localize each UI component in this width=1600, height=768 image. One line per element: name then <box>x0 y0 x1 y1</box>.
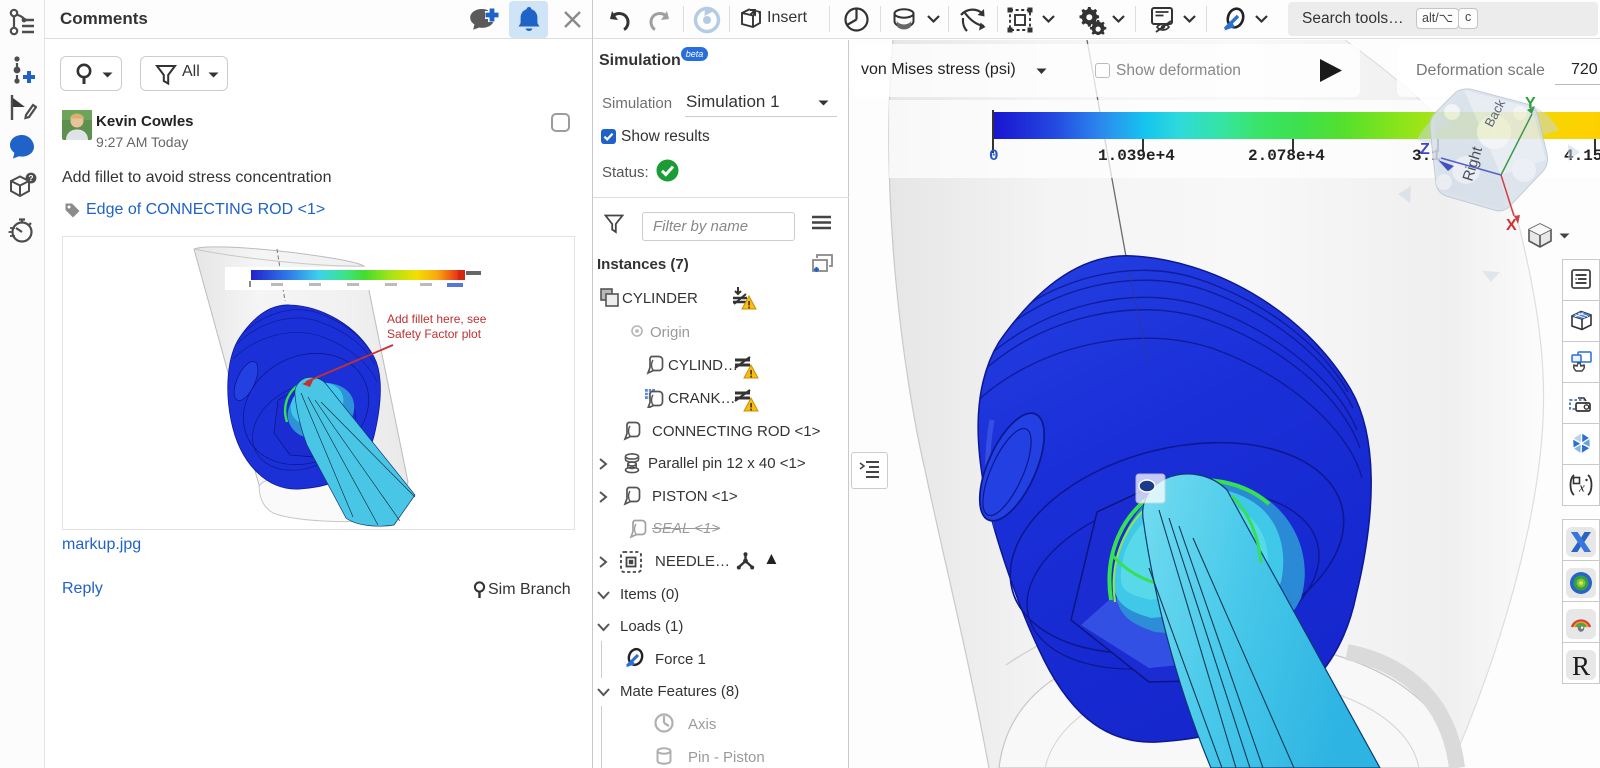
svg-text:Y: Y <box>1525 95 1536 112</box>
svg-text:Safety Factor plot: Safety Factor plot <box>387 327 482 341</box>
svg-text:R: R <box>1572 651 1590 680</box>
svg-text:Add fillet here, see: Add fillet here, see <box>387 312 487 326</box>
svg-text:Z: Z <box>1420 141 1430 158</box>
svg-text:?: ? <box>28 173 33 183</box>
svg-text:x: x <box>1578 480 1585 495</box>
svg-text:X: X <box>1506 217 1517 234</box>
